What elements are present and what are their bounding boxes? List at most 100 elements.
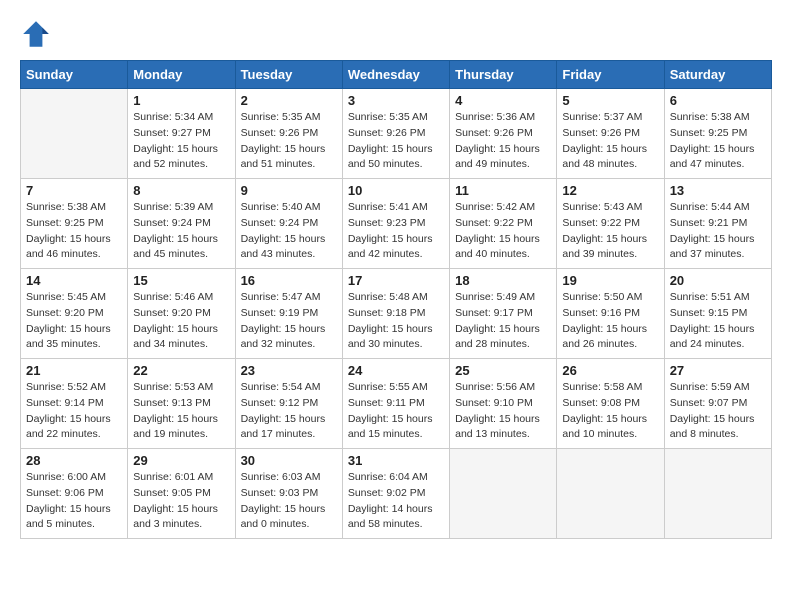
day-info: Sunrise: 5:38 AM Sunset: 9:25 PM Dayligh… xyxy=(26,200,122,263)
calendar-cell: 20 Sunrise: 5:51 AM Sunset: 9:15 PM Dayli… xyxy=(664,269,771,359)
day-info: Sunrise: 5:40 AM Sunset: 9:24 PM Dayligh… xyxy=(241,200,337,263)
calendar-cell: 22 Sunrise: 5:53 AM Sunset: 9:13 PM Dayli… xyxy=(128,359,235,449)
calendar-cell xyxy=(21,89,128,179)
calendar-cell: 21 Sunrise: 5:52 AM Sunset: 9:14 PM Dayli… xyxy=(21,359,128,449)
day-number: 31 xyxy=(348,453,444,468)
calendar-cell xyxy=(557,449,664,539)
calendar-cell: 1Sunrise: 5:34 AM Sunset: 9:27 PM Daylig… xyxy=(128,89,235,179)
calendar-cell: 24 Sunrise: 5:55 AM Sunset: 9:11 PM Dayli… xyxy=(342,359,449,449)
day-number: 22 xyxy=(133,363,229,378)
day-info: Sunrise: 6:01 AM Sunset: 9:05 PM Dayligh… xyxy=(133,470,229,533)
day-number: 20 xyxy=(670,273,766,288)
calendar-cell: 7 Sunrise: 5:38 AM Sunset: 9:25 PM Daylig… xyxy=(21,179,128,269)
day-number: 26 xyxy=(562,363,658,378)
day-number: 15 xyxy=(133,273,229,288)
day-number: 23 xyxy=(241,363,337,378)
page: SundayMondayTuesdayWednesdayThursdayFrid… xyxy=(0,0,792,557)
calendar-cell: 17 Sunrise: 5:48 AM Sunset: 9:18 PM Dayli… xyxy=(342,269,449,359)
day-info: Sunrise: 5:34 AM Sunset: 9:27 PM Dayligh… xyxy=(133,110,229,173)
calendar-cell: 15 Sunrise: 5:46 AM Sunset: 9:20 PM Dayli… xyxy=(128,269,235,359)
logo xyxy=(20,18,56,50)
logo-icon xyxy=(20,18,52,50)
day-number: 8 xyxy=(133,183,229,198)
day-number: 25 xyxy=(455,363,551,378)
day-info: Sunrise: 5:59 AM Sunset: 9:07 PM Dayligh… xyxy=(670,380,766,443)
calendar-table: SundayMondayTuesdayWednesdayThursdayFrid… xyxy=(20,60,772,539)
calendar-cell: 5Sunrise: 5:37 AM Sunset: 9:26 PM Daylig… xyxy=(557,89,664,179)
header xyxy=(20,18,772,50)
calendar-cell xyxy=(664,449,771,539)
day-number: 28 xyxy=(26,453,122,468)
week-row-1: 1Sunrise: 5:34 AM Sunset: 9:27 PM Daylig… xyxy=(21,89,772,179)
day-number: 17 xyxy=(348,273,444,288)
day-number: 27 xyxy=(670,363,766,378)
calendar-cell: 9 Sunrise: 5:40 AM Sunset: 9:24 PM Daylig… xyxy=(235,179,342,269)
day-number: 14 xyxy=(26,273,122,288)
day-info: Sunrise: 6:04 AM Sunset: 9:02 PM Dayligh… xyxy=(348,470,444,533)
week-row-5: 28 Sunrise: 6:00 AM Sunset: 9:06 PM Dayli… xyxy=(21,449,772,539)
calendar-cell: 28 Sunrise: 6:00 AM Sunset: 9:06 PM Dayli… xyxy=(21,449,128,539)
calendar-cell: 2 Sunrise: 5:35 AM Sunset: 9:26 PM Daylig… xyxy=(235,89,342,179)
calendar-cell: 27 Sunrise: 5:59 AM Sunset: 9:07 PM Dayli… xyxy=(664,359,771,449)
weekday-header-sunday: Sunday xyxy=(21,61,128,89)
calendar-cell: 16Sunrise: 5:47 AM Sunset: 9:19 PM Dayli… xyxy=(235,269,342,359)
day-number: 9 xyxy=(241,183,337,198)
day-info: Sunrise: 5:36 AM Sunset: 9:26 PM Dayligh… xyxy=(455,110,551,173)
day-number: 2 xyxy=(241,93,337,108)
day-info: Sunrise: 5:35 AM Sunset: 9:26 PM Dayligh… xyxy=(241,110,337,173)
calendar-cell: 11 Sunrise: 5:42 AM Sunset: 9:22 PM Dayli… xyxy=(450,179,557,269)
day-number: 16 xyxy=(241,273,337,288)
day-info: Sunrise: 5:58 AM Sunset: 9:08 PM Dayligh… xyxy=(562,380,658,443)
weekday-header-monday: Monday xyxy=(128,61,235,89)
day-number: 4 xyxy=(455,93,551,108)
day-number: 29 xyxy=(133,453,229,468)
day-number: 3 xyxy=(348,93,444,108)
weekday-header-saturday: Saturday xyxy=(664,61,771,89)
day-number: 21 xyxy=(26,363,122,378)
calendar-cell: 29 Sunrise: 6:01 AM Sunset: 9:05 PM Dayli… xyxy=(128,449,235,539)
calendar-cell: 8 Sunrise: 5:39 AM Sunset: 9:24 PM Daylig… xyxy=(128,179,235,269)
weekday-header-thursday: Thursday xyxy=(450,61,557,89)
day-number: 19 xyxy=(562,273,658,288)
day-info: Sunrise: 5:42 AM Sunset: 9:22 PM Dayligh… xyxy=(455,200,551,263)
day-info: Sunrise: 5:55 AM Sunset: 9:11 PM Dayligh… xyxy=(348,380,444,443)
day-number: 10 xyxy=(348,183,444,198)
calendar-cell: 13 Sunrise: 5:44 AM Sunset: 9:21 PM Dayli… xyxy=(664,179,771,269)
day-number: 5 xyxy=(562,93,658,108)
day-number: 6 xyxy=(670,93,766,108)
calendar-cell: 25 Sunrise: 5:56 AM Sunset: 9:10 PM Dayli… xyxy=(450,359,557,449)
day-info: Sunrise: 5:51 AM Sunset: 9:15 PM Dayligh… xyxy=(670,290,766,353)
day-info: Sunrise: 6:03 AM Sunset: 9:03 PM Dayligh… xyxy=(241,470,337,533)
day-info: Sunrise: 5:48 AM Sunset: 9:18 PM Dayligh… xyxy=(348,290,444,353)
day-info: Sunrise: 5:44 AM Sunset: 9:21 PM Dayligh… xyxy=(670,200,766,263)
weekday-header-friday: Friday xyxy=(557,61,664,89)
day-info: Sunrise: 5:38 AM Sunset: 9:25 PM Dayligh… xyxy=(670,110,766,173)
weekday-header-tuesday: Tuesday xyxy=(235,61,342,89)
calendar-cell: 18Sunrise: 5:49 AM Sunset: 9:17 PM Dayli… xyxy=(450,269,557,359)
weekday-header-row: SundayMondayTuesdayWednesdayThursdayFrid… xyxy=(21,61,772,89)
day-number: 7 xyxy=(26,183,122,198)
calendar-cell: 3Sunrise: 5:35 AM Sunset: 9:26 PM Daylig… xyxy=(342,89,449,179)
day-number: 13 xyxy=(670,183,766,198)
calendar-cell: 30Sunrise: 6:03 AM Sunset: 9:03 PM Dayli… xyxy=(235,449,342,539)
week-row-2: 7 Sunrise: 5:38 AM Sunset: 9:25 PM Daylig… xyxy=(21,179,772,269)
day-info: Sunrise: 5:46 AM Sunset: 9:20 PM Dayligh… xyxy=(133,290,229,353)
day-number: 12 xyxy=(562,183,658,198)
day-info: Sunrise: 5:39 AM Sunset: 9:24 PM Dayligh… xyxy=(133,200,229,263)
day-number: 11 xyxy=(455,183,551,198)
day-info: Sunrise: 5:56 AM Sunset: 9:10 PM Dayligh… xyxy=(455,380,551,443)
day-info: Sunrise: 5:49 AM Sunset: 9:17 PM Dayligh… xyxy=(455,290,551,353)
day-info: Sunrise: 5:53 AM Sunset: 9:13 PM Dayligh… xyxy=(133,380,229,443)
calendar-cell: 19 Sunrise: 5:50 AM Sunset: 9:16 PM Dayli… xyxy=(557,269,664,359)
week-row-4: 21 Sunrise: 5:52 AM Sunset: 9:14 PM Dayli… xyxy=(21,359,772,449)
calendar-cell: 23 Sunrise: 5:54 AM Sunset: 9:12 PM Dayli… xyxy=(235,359,342,449)
calendar-cell: 14Sunrise: 5:45 AM Sunset: 9:20 PM Dayli… xyxy=(21,269,128,359)
calendar-cell: 10 Sunrise: 5:41 AM Sunset: 9:23 PM Dayli… xyxy=(342,179,449,269)
day-info: Sunrise: 5:50 AM Sunset: 9:16 PM Dayligh… xyxy=(562,290,658,353)
day-info: Sunrise: 5:41 AM Sunset: 9:23 PM Dayligh… xyxy=(348,200,444,263)
day-info: Sunrise: 5:52 AM Sunset: 9:14 PM Dayligh… xyxy=(26,380,122,443)
day-number: 24 xyxy=(348,363,444,378)
day-info: Sunrise: 5:54 AM Sunset: 9:12 PM Dayligh… xyxy=(241,380,337,443)
day-info: Sunrise: 6:00 AM Sunset: 9:06 PM Dayligh… xyxy=(26,470,122,533)
day-info: Sunrise: 5:43 AM Sunset: 9:22 PM Dayligh… xyxy=(562,200,658,263)
